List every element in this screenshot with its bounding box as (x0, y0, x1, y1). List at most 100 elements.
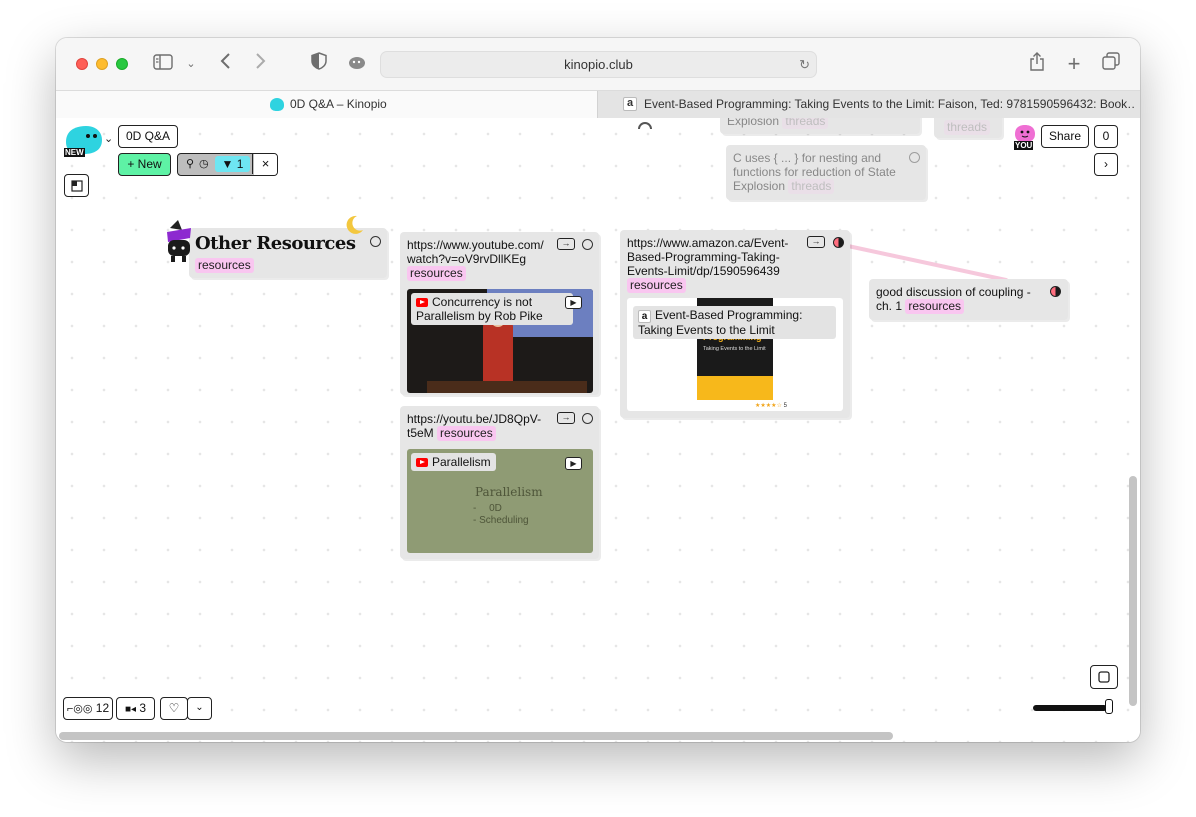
rating-count: 5 (783, 403, 787, 409)
checkbox[interactable] (370, 236, 381, 247)
tabs-icon[interactable] (1100, 52, 1122, 76)
tag-threads[interactable]: threads (788, 179, 835, 194)
space-canvas[interactable]: Explosion threads threads C uses { ... }… (56, 118, 1140, 742)
select-box-icon[interactable] (1090, 665, 1118, 689)
tab-kinopio[interactable]: 0D Q&A – Kinopio (56, 91, 597, 118)
checkbox[interactable] (909, 152, 920, 163)
forward-icon[interactable] (252, 52, 270, 76)
play-icon[interactable]: ▶ (565, 296, 582, 309)
open-url-button[interactable]: → (557, 238, 575, 250)
checkbox[interactable] (582, 239, 593, 250)
tag-threads[interactable]: threads (782, 118, 829, 129)
filter-badge[interactable]: ▼ 1 (215, 156, 250, 172)
filter-count: 1 (236, 157, 244, 171)
plus-icon[interactable]: + (1063, 52, 1085, 76)
new-card-button[interactable]: + New (118, 153, 171, 176)
open-url-button[interactable]: → (557, 412, 575, 424)
youtube-icon (416, 298, 428, 307)
zoom-window-button[interactable] (116, 58, 128, 70)
preview-title-text: Parallelism (432, 455, 491, 469)
stage (427, 381, 587, 393)
close-window-button[interactable] (76, 58, 88, 70)
zoom-thumb[interactable] (1105, 699, 1113, 714)
sidebar-toggle-button[interactable] (64, 174, 89, 197)
tab-bar: 0D Q&A – Kinopio a Event-Based Programmi… (56, 90, 1140, 118)
horizontal-scrollbar[interactable] (59, 732, 893, 740)
moon-icon (346, 215, 363, 234)
card-amazon[interactable]: https://www.amazon.ca/Event-Based-Progra… (620, 230, 850, 418)
slide-line-1: - 0D (473, 503, 502, 514)
you-badge: YOU (1014, 141, 1034, 150)
link-preview[interactable]: Programming Taking Events to the Limit ★… (627, 298, 843, 411)
video-count: 3 (139, 701, 147, 715)
tab-title: 0D Q&A – Kinopio (290, 97, 387, 111)
card-text: Explosion (727, 118, 780, 128)
tag-threads[interactable]: threads (944, 120, 991, 135)
sidebar-icon[interactable] (152, 52, 174, 76)
preview-title: a Event-Based Programming: Taking Events … (633, 306, 836, 339)
tag-resources[interactable]: resources (407, 266, 466, 281)
chevron-down-icon[interactable]: ⌄ (104, 132, 113, 145)
video-icon: ■◂ (124, 704, 137, 715)
amazon-icon: a (623, 97, 637, 111)
color-checkbox[interactable] (1050, 286, 1061, 297)
address-bar[interactable]: kinopio.club ↻ (380, 51, 817, 78)
browser-toolbar: ⌄ kinopio.club ↻ + (56, 38, 1140, 90)
tab-amazon[interactable]: a Event-Based Programming: Taking Events… (597, 91, 1140, 118)
slide-title: Parallelism (475, 485, 543, 499)
chevron-down-icon[interactable]: ⌄ (184, 52, 198, 76)
kinopio-character-icon (167, 220, 191, 262)
tag-resources[interactable]: resources (195, 258, 254, 273)
filter-icon: ▼ (221, 157, 234, 171)
star-rating: ★★★★☆ 5 (755, 403, 787, 409)
book-cover-band (697, 376, 773, 400)
card-youtube-1[interactable]: https://www.youtube.com/ watch?v=oV9rvDl… (400, 232, 599, 395)
shield-icon[interactable] (310, 52, 328, 76)
share-icon[interactable] (1026, 52, 1048, 76)
notifications-button[interactable]: 0 (1094, 125, 1118, 148)
play-icon[interactable]: ▶ (565, 457, 582, 470)
extension-icon[interactable] (346, 52, 368, 76)
preview-title-text: Event-Based Programming: Taking Events t… (638, 308, 803, 337)
vertical-scrollbar[interactable] (1129, 476, 1137, 706)
space-name-button[interactable]: 0D Q&A (118, 125, 178, 148)
search-filter-bar[interactable]: ⚲ ◷ ▼ 1 × (177, 153, 278, 176)
minimize-window-button[interactable] (96, 58, 108, 70)
zoom-track (1033, 705, 1107, 711)
close-icon[interactable]: × (254, 154, 277, 175)
video-preview[interactable]: Concurrency is not Parallelism by Rob Pi… (407, 289, 593, 393)
card-c-uses[interactable]: C uses { ... } for nesting and functions… (726, 145, 926, 200)
tag-resources[interactable]: resources (437, 426, 496, 441)
readers-count: 12 (95, 701, 110, 715)
chevron-right-icon[interactable]: › (1094, 153, 1118, 176)
checkbox[interactable] (582, 413, 593, 424)
card-youtube-2[interactable]: https://youtu.be/JD8QpV- t5eM resources … (400, 406, 599, 559)
zoom-slider[interactable] (1033, 698, 1113, 716)
tag-resources[interactable]: resources (627, 278, 686, 293)
readers-button[interactable]: ⌐◎◎ 12 (63, 697, 113, 720)
loading-icon (638, 122, 652, 130)
card-faded-threads[interactable]: threads (934, 118, 1002, 138)
video-button[interactable]: ■◂ 3 (116, 697, 155, 720)
clock-icon[interactable]: ◷ (199, 154, 209, 174)
open-url-button[interactable]: → (807, 236, 825, 248)
back-icon[interactable] (216, 52, 234, 76)
video-preview[interactable]: Parallelism - 0D - Scheduling Parallelis… (407, 449, 593, 553)
reload-icon[interactable]: ↻ (799, 52, 810, 77)
you-avatar[interactable]: YOU (1013, 124, 1037, 150)
tag-resources[interactable]: resources (905, 299, 965, 314)
card-coupling[interactable]: good discussion of coupling - ch. 1 reso… (869, 279, 1068, 320)
slide-line-2: - Scheduling (473, 515, 529, 526)
user-avatar[interactable]: NEW (64, 124, 102, 157)
search-icon[interactable]: ⚲ (186, 154, 194, 174)
glasses-icon: ⌐◎◎ (66, 703, 93, 715)
amazon-icon: a (638, 310, 651, 323)
card-url: https://www.youtube.com/ watch?v=oV9rvDl… (407, 238, 544, 266)
heart-icon[interactable]: ♡ (160, 697, 188, 720)
share-button[interactable]: Share (1041, 125, 1089, 148)
color-checkbox[interactable] (833, 237, 844, 248)
chevron-down-icon[interactable]: ⌄ (187, 697, 212, 720)
divider (252, 153, 253, 174)
card-faded-top[interactable]: Explosion threads (720, 118, 920, 134)
new-badge: NEW (64, 148, 85, 157)
